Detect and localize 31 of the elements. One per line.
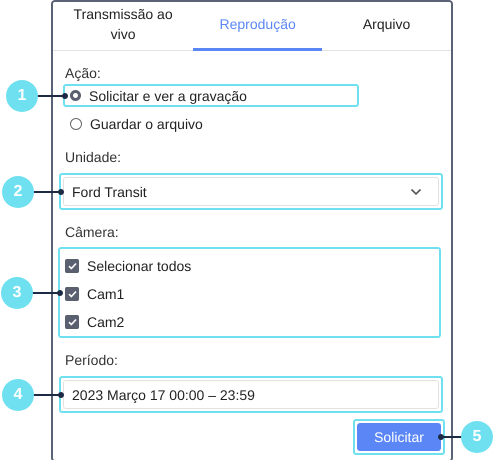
checkbox[interactable] bbox=[65, 287, 79, 301]
field-label: Unidade: bbox=[65, 149, 122, 165]
callout-badge: 5 bbox=[461, 421, 493, 453]
radio-button[interactable] bbox=[70, 118, 82, 130]
leader-line bbox=[31, 292, 60, 294]
callout-badge: 3 bbox=[1, 276, 33, 308]
callout-badge: 1 bbox=[6, 80, 38, 112]
leader-line bbox=[32, 190, 61, 192]
chevron-down-icon bbox=[410, 188, 422, 196]
check-icon bbox=[68, 318, 76, 326]
leader-line bbox=[36, 94, 65, 96]
callout-badge: 4 bbox=[2, 378, 34, 410]
check-icon bbox=[68, 290, 76, 298]
callout-badge: 2 bbox=[2, 176, 34, 208]
checkbox[interactable] bbox=[65, 315, 79, 329]
check-icon bbox=[68, 262, 76, 270]
option-label[interactable]: Guardar o arquivo bbox=[90, 116, 203, 132]
field-label: Ação: bbox=[65, 65, 101, 81]
checkbox-label[interactable]: Selecionar todos bbox=[87, 258, 192, 274]
tab[interactable]: Arquivo bbox=[322, 2, 451, 51]
field-label: Câmera: bbox=[65, 224, 119, 240]
leader-line bbox=[32, 394, 61, 396]
period-field[interactable]: 2023 Março 17 00:00 – 23:59 bbox=[63, 380, 439, 409]
checkbox-label[interactable]: Cam1 bbox=[87, 286, 124, 302]
tab[interactable]: Transmissão ao vivo bbox=[53, 2, 194, 51]
unit-dropdown[interactable]: Ford Transit bbox=[63, 177, 439, 206]
checkbox-label[interactable]: Cam2 bbox=[87, 314, 124, 330]
checkbox[interactable] bbox=[65, 259, 79, 273]
radio-button[interactable] bbox=[70, 90, 81, 101]
leader-line bbox=[441, 436, 462, 438]
field-label: Período: bbox=[65, 352, 118, 368]
